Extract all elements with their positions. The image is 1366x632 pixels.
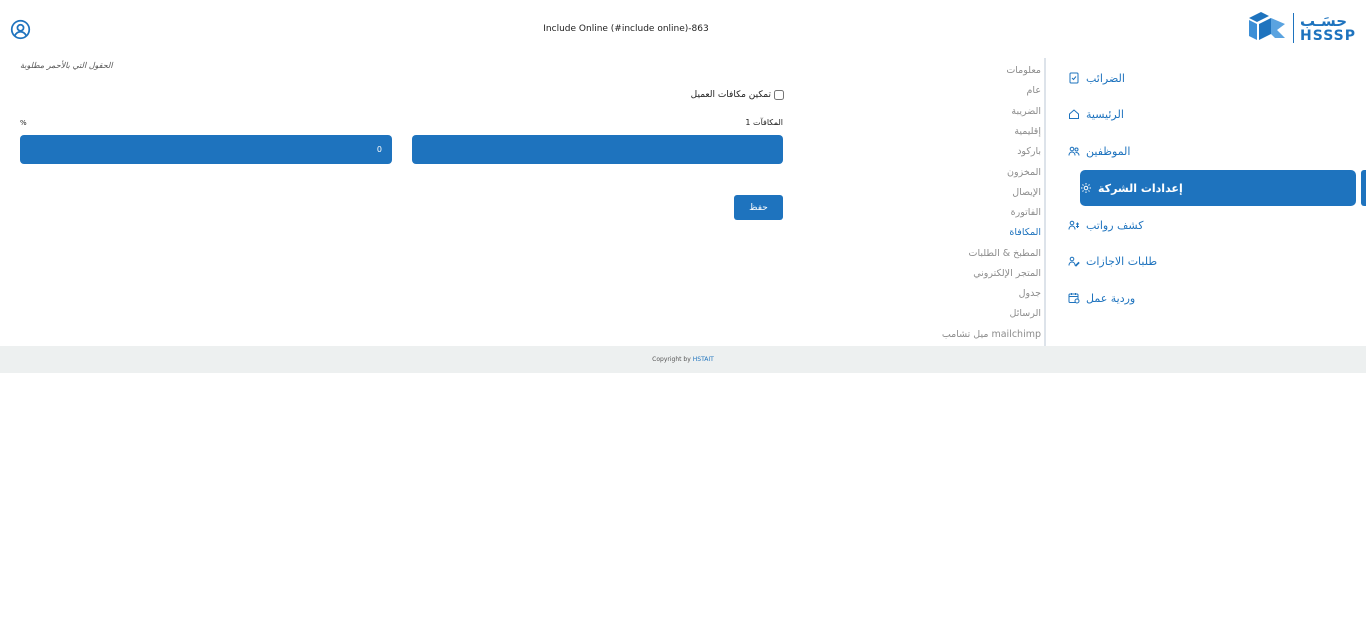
submenu-item-schedule[interactable]: جدول	[1019, 288, 1041, 299]
logo-arabic: حسَـب	[1300, 11, 1348, 30]
submenu-item-messages[interactable]: الرسائل	[1010, 308, 1041, 319]
logo-divider	[1293, 13, 1295, 43]
footer: Copyright by HSTAIT	[0, 346, 1366, 373]
submenu-item-barcode[interactable]: باركود	[1017, 146, 1041, 157]
sidebar: الضرائب الرئيسية الموظفين إعدادات الشركة…	[1046, 58, 1366, 346]
save-button[interactable]: حفظ	[734, 195, 783, 220]
enable-rewards-row[interactable]: تمكين مكافات العميل	[686, 88, 784, 102]
sidebar-item-work-shift[interactable]: وردية عمل	[1068, 280, 1344, 316]
home-icon	[1068, 108, 1080, 120]
top-bar: Include Online (#include online)-863 حسَ…	[0, 0, 1366, 58]
settings-submenu: معلومات عام الضريبة إقليمية باركود المخز…	[936, 58, 1046, 346]
sidebar-item-company-settings[interactable]: إعدادات الشركة	[1080, 170, 1356, 206]
submenu-item-general[interactable]: عام	[1027, 85, 1041, 96]
active-indicator	[1361, 170, 1366, 206]
sidebar-item-leave-requests[interactable]: طلبات الاجازات	[1068, 243, 1344, 279]
sidebar-item-label: إعدادات الشركة	[1098, 181, 1183, 195]
copyright-text: Copyright by	[652, 356, 691, 363]
users-icon	[1068, 145, 1080, 157]
sidebar-item-taxes[interactable]: الضرائب	[1068, 60, 1344, 96]
required-fields-note: الحقول التي بالأحمر مطلوبة	[20, 61, 113, 70]
shift-calendar-icon	[1068, 292, 1080, 304]
sidebar-item-label: وردية عمل	[1086, 291, 1136, 305]
enable-rewards-label: تمكين مكافات العميل	[690, 90, 771, 100]
logo-english: HSSSP	[1300, 27, 1356, 44]
logo-text: حسَـب HSSSP	[1300, 11, 1356, 44]
sidebar-item-label: الموظفين	[1086, 144, 1131, 158]
sidebar-item-label: الرئيسية	[1086, 107, 1124, 121]
submenu-item-inventory[interactable]: المخزون	[1007, 167, 1041, 178]
submenu-item-receipt[interactable]: الإيصال	[1012, 187, 1041, 198]
sidebar-item-label: كشف رواتب	[1086, 218, 1144, 232]
footer-brand-link[interactable]: HSTAIT	[693, 356, 714, 363]
gear-icon	[1080, 182, 1092, 194]
submenu-item-tax[interactable]: الضريبة	[1011, 106, 1041, 117]
payroll-icon	[1068, 219, 1080, 231]
submenu-item-invoice[interactable]: الفاتورة	[1011, 207, 1041, 218]
sidebar-item-label: الضرائب	[1086, 71, 1125, 85]
percent-field-label: %	[20, 119, 27, 127]
percent-input[interactable]	[20, 135, 392, 164]
enable-rewards-checkbox[interactable]	[774, 90, 784, 100]
sidebar-item-home[interactable]: الرئيسية	[1068, 96, 1344, 132]
rewards-input[interactable]	[412, 135, 783, 164]
submenu-item-regional[interactable]: إقليمية	[1014, 126, 1041, 137]
logo-mark-icon	[1247, 10, 1287, 46]
sidebar-item-employees[interactable]: الموظفين	[1068, 133, 1344, 169]
leave-request-icon	[1068, 255, 1080, 267]
submenu-item-mailchimp[interactable]: mailchimp ميل تشامب	[942, 329, 1041, 340]
page-title: Include Online (#include online)-863	[543, 24, 709, 34]
sidebar-item-payroll[interactable]: كشف رواتب	[1068, 207, 1344, 243]
submenu-item-online-store[interactable]: المتجر الإلكتروني	[973, 268, 1041, 279]
brand-logo[interactable]: حسَـب HSSSP	[1247, 10, 1356, 46]
rewards-field-label: المكافآت 1	[745, 118, 783, 127]
submenu-item-rewards[interactable]: المكافاة	[1009, 227, 1041, 238]
sidebar-item-label: طلبات الاجازات	[1086, 254, 1158, 268]
receipt-icon	[1068, 72, 1080, 84]
submenu-item-info[interactable]: معلومات	[1006, 65, 1041, 76]
submenu-item-kitchen-orders[interactable]: المطبخ & الطلبات	[969, 248, 1041, 259]
